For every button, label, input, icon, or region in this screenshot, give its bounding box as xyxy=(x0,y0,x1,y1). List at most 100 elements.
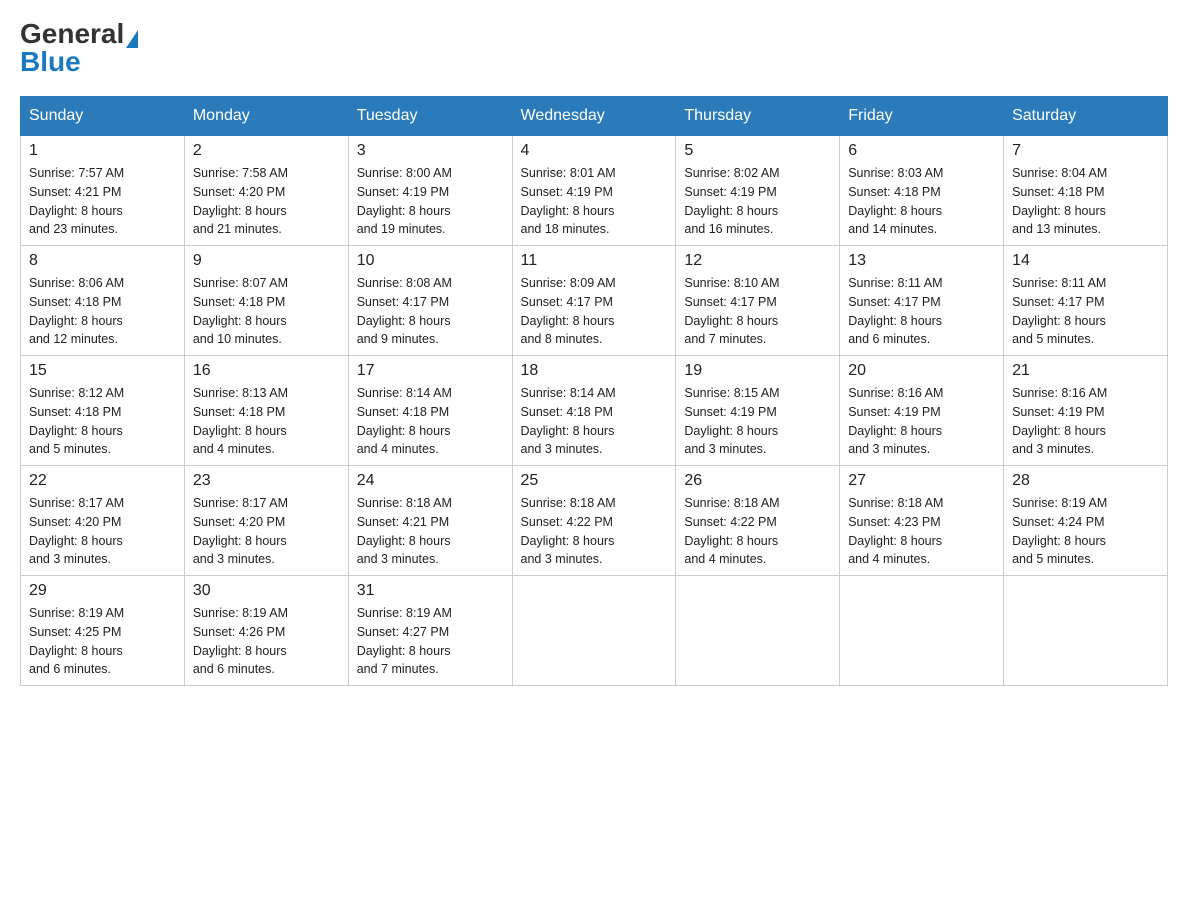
calendar-cell xyxy=(676,576,840,686)
calendar-cell: 19 Sunrise: 8:15 AMSunset: 4:19 PMDayligh… xyxy=(676,356,840,466)
calendar-table: SundayMondayTuesdayWednesdayThursdayFrid… xyxy=(20,96,1168,686)
day-info: Sunrise: 7:57 AMSunset: 4:21 PMDaylight:… xyxy=(29,164,176,239)
day-info: Sunrise: 8:18 AMSunset: 4:22 PMDaylight:… xyxy=(521,494,668,569)
weekday-header-wednesday: Wednesday xyxy=(512,97,676,136)
calendar-cell: 27 Sunrise: 8:18 AMSunset: 4:23 PMDayligh… xyxy=(840,466,1004,576)
calendar-cell: 20 Sunrise: 8:16 AMSunset: 4:19 PMDayligh… xyxy=(840,356,1004,466)
calendar-cell: 16 Sunrise: 8:13 AMSunset: 4:18 PMDayligh… xyxy=(184,356,348,466)
calendar-cell: 11 Sunrise: 8:09 AMSunset: 4:17 PMDayligh… xyxy=(512,246,676,356)
day-number: 30 xyxy=(193,582,340,600)
calendar-cell: 21 Sunrise: 8:16 AMSunset: 4:19 PMDayligh… xyxy=(1004,356,1168,466)
day-info: Sunrise: 8:15 AMSunset: 4:19 PMDaylight:… xyxy=(684,384,831,459)
weekday-header-tuesday: Tuesday xyxy=(348,97,512,136)
day-info: Sunrise: 8:14 AMSunset: 4:18 PMDaylight:… xyxy=(521,384,668,459)
calendar-cell: 12 Sunrise: 8:10 AMSunset: 4:17 PMDayligh… xyxy=(676,246,840,356)
day-info: Sunrise: 8:16 AMSunset: 4:19 PMDaylight:… xyxy=(1012,384,1159,459)
logo-general-text: General xyxy=(20,18,124,49)
calendar-cell: 25 Sunrise: 8:18 AMSunset: 4:22 PMDayligh… xyxy=(512,466,676,576)
calendar-cell: 8Sunrise: 8:06 AMSunset: 4:18 PMDaylight… xyxy=(21,246,185,356)
day-number: 4 xyxy=(521,142,668,160)
calendar-cell xyxy=(840,576,1004,686)
day-info: Sunrise: 8:19 AMSunset: 4:26 PMDaylight:… xyxy=(193,604,340,679)
day-number: 26 xyxy=(684,472,831,490)
calendar-cell: 3 Sunrise: 8:00 AMSunset: 4:19 PMDaylight… xyxy=(348,136,512,246)
calendar-cell: 15 Sunrise: 8:12 AMSunset: 4:18 PMDayligh… xyxy=(21,356,185,466)
day-number: 13 xyxy=(848,252,995,270)
calendar-cell: 18Sunrise: 8:14 AMSunset: 4:18 PMDayligh… xyxy=(512,356,676,466)
day-number: 23 xyxy=(193,472,340,490)
weekday-header-friday: Friday xyxy=(840,97,1004,136)
day-number: 16 xyxy=(193,362,340,380)
weekday-header-saturday: Saturday xyxy=(1004,97,1168,136)
calendar-cell: 5Sunrise: 8:02 AMSunset: 4:19 PMDaylight… xyxy=(676,136,840,246)
day-info: Sunrise: 8:03 AMSunset: 4:18 PMDaylight:… xyxy=(848,164,995,239)
day-info: Sunrise: 8:07 AMSunset: 4:18 PMDaylight:… xyxy=(193,274,340,349)
day-number: 27 xyxy=(848,472,995,490)
day-info: Sunrise: 8:16 AMSunset: 4:19 PMDaylight:… xyxy=(848,384,995,459)
week-row-3: 15 Sunrise: 8:12 AMSunset: 4:18 PMDayligh… xyxy=(21,356,1168,466)
day-number: 22 xyxy=(29,472,176,490)
day-info: Sunrise: 8:18 AMSunset: 4:21 PMDaylight:… xyxy=(357,494,504,569)
day-number: 3 xyxy=(357,142,504,160)
calendar-cell: 4 Sunrise: 8:01 AMSunset: 4:19 PMDaylight… xyxy=(512,136,676,246)
day-info: Sunrise: 8:18 AMSunset: 4:22 PMDaylight:… xyxy=(684,494,831,569)
logo-triangle-icon xyxy=(126,30,138,48)
day-info: Sunrise: 8:17 AMSunset: 4:20 PMDaylight:… xyxy=(29,494,176,569)
calendar-cell: 22 Sunrise: 8:17 AMSunset: 4:20 PMDayligh… xyxy=(21,466,185,576)
day-number: 8 xyxy=(29,252,176,270)
calendar-cell: 9 Sunrise: 8:07 AMSunset: 4:18 PMDaylight… xyxy=(184,246,348,356)
day-info: Sunrise: 8:08 AMSunset: 4:17 PMDaylight:… xyxy=(357,274,504,349)
calendar-cell: 7 Sunrise: 8:04 AMSunset: 4:18 PMDaylight… xyxy=(1004,136,1168,246)
day-info: Sunrise: 8:00 AMSunset: 4:19 PMDaylight:… xyxy=(357,164,504,239)
calendar-cell xyxy=(512,576,676,686)
weekday-header-sunday: Sunday xyxy=(21,97,185,136)
day-number: 7 xyxy=(1012,142,1159,160)
day-number: 14 xyxy=(1012,252,1159,270)
day-info: Sunrise: 8:17 AMSunset: 4:20 PMDaylight:… xyxy=(193,494,340,569)
day-number: 12 xyxy=(684,252,831,270)
day-info: Sunrise: 8:12 AMSunset: 4:18 PMDaylight:… xyxy=(29,384,176,459)
day-info: Sunrise: 8:11 AMSunset: 4:17 PMDaylight:… xyxy=(1012,274,1159,349)
calendar-cell: 26 Sunrise: 8:18 AMSunset: 4:22 PMDayligh… xyxy=(676,466,840,576)
calendar-cell: 31Sunrise: 8:19 AMSunset: 4:27 PMDayligh… xyxy=(348,576,512,686)
day-number: 9 xyxy=(193,252,340,270)
week-row-5: 29Sunrise: 8:19 AMSunset: 4:25 PMDayligh… xyxy=(21,576,1168,686)
day-info: Sunrise: 8:10 AMSunset: 4:17 PMDaylight:… xyxy=(684,274,831,349)
day-info: Sunrise: 8:19 AMSunset: 4:25 PMDaylight:… xyxy=(29,604,176,679)
day-info: Sunrise: 8:19 AMSunset: 4:24 PMDaylight:… xyxy=(1012,494,1159,569)
day-number: 11 xyxy=(521,252,668,270)
week-row-2: 8Sunrise: 8:06 AMSunset: 4:18 PMDaylight… xyxy=(21,246,1168,356)
week-row-1: 1Sunrise: 7:57 AMSunset: 4:21 PMDaylight… xyxy=(21,136,1168,246)
calendar-cell: 6Sunrise: 8:03 AMSunset: 4:18 PMDaylight… xyxy=(840,136,1004,246)
calendar-cell: 14 Sunrise: 8:11 AMSunset: 4:17 PMDayligh… xyxy=(1004,246,1168,356)
week-row-4: 22 Sunrise: 8:17 AMSunset: 4:20 PMDayligh… xyxy=(21,466,1168,576)
day-number: 17 xyxy=(357,362,504,380)
day-number: 31 xyxy=(357,582,504,600)
day-info: Sunrise: 8:02 AMSunset: 4:19 PMDaylight:… xyxy=(684,164,831,239)
logo-blue-line: Blue xyxy=(20,48,81,76)
day-info: Sunrise: 7:58 AMSunset: 4:20 PMDaylight:… xyxy=(193,164,340,239)
day-info: Sunrise: 8:04 AMSunset: 4:18 PMDaylight:… xyxy=(1012,164,1159,239)
day-number: 19 xyxy=(684,362,831,380)
calendar-cell xyxy=(1004,576,1168,686)
calendar-cell: 24Sunrise: 8:18 AMSunset: 4:21 PMDayligh… xyxy=(348,466,512,576)
day-number: 20 xyxy=(848,362,995,380)
day-info: Sunrise: 8:18 AMSunset: 4:23 PMDaylight:… xyxy=(848,494,995,569)
weekday-header-monday: Monday xyxy=(184,97,348,136)
day-number: 21 xyxy=(1012,362,1159,380)
day-number: 15 xyxy=(29,362,176,380)
day-info: Sunrise: 8:13 AMSunset: 4:18 PMDaylight:… xyxy=(193,384,340,459)
day-info: Sunrise: 8:09 AMSunset: 4:17 PMDaylight:… xyxy=(521,274,668,349)
day-number: 28 xyxy=(1012,472,1159,490)
calendar-cell: 2Sunrise: 7:58 AMSunset: 4:20 PMDaylight… xyxy=(184,136,348,246)
calendar-cell: 10Sunrise: 8:08 AMSunset: 4:17 PMDayligh… xyxy=(348,246,512,356)
day-info: Sunrise: 8:01 AMSunset: 4:19 PMDaylight:… xyxy=(521,164,668,239)
day-number: 25 xyxy=(521,472,668,490)
logo-general-line: General xyxy=(20,20,138,48)
weekday-header-thursday: Thursday xyxy=(676,97,840,136)
day-info: Sunrise: 8:11 AMSunset: 4:17 PMDaylight:… xyxy=(848,274,995,349)
calendar-cell: 23 Sunrise: 8:17 AMSunset: 4:20 PMDayligh… xyxy=(184,466,348,576)
calendar-cell: 13 Sunrise: 8:11 AMSunset: 4:17 PMDayligh… xyxy=(840,246,1004,356)
page-header: General Blue xyxy=(20,20,1168,76)
calendar-cell: 29Sunrise: 8:19 AMSunset: 4:25 PMDayligh… xyxy=(21,576,185,686)
